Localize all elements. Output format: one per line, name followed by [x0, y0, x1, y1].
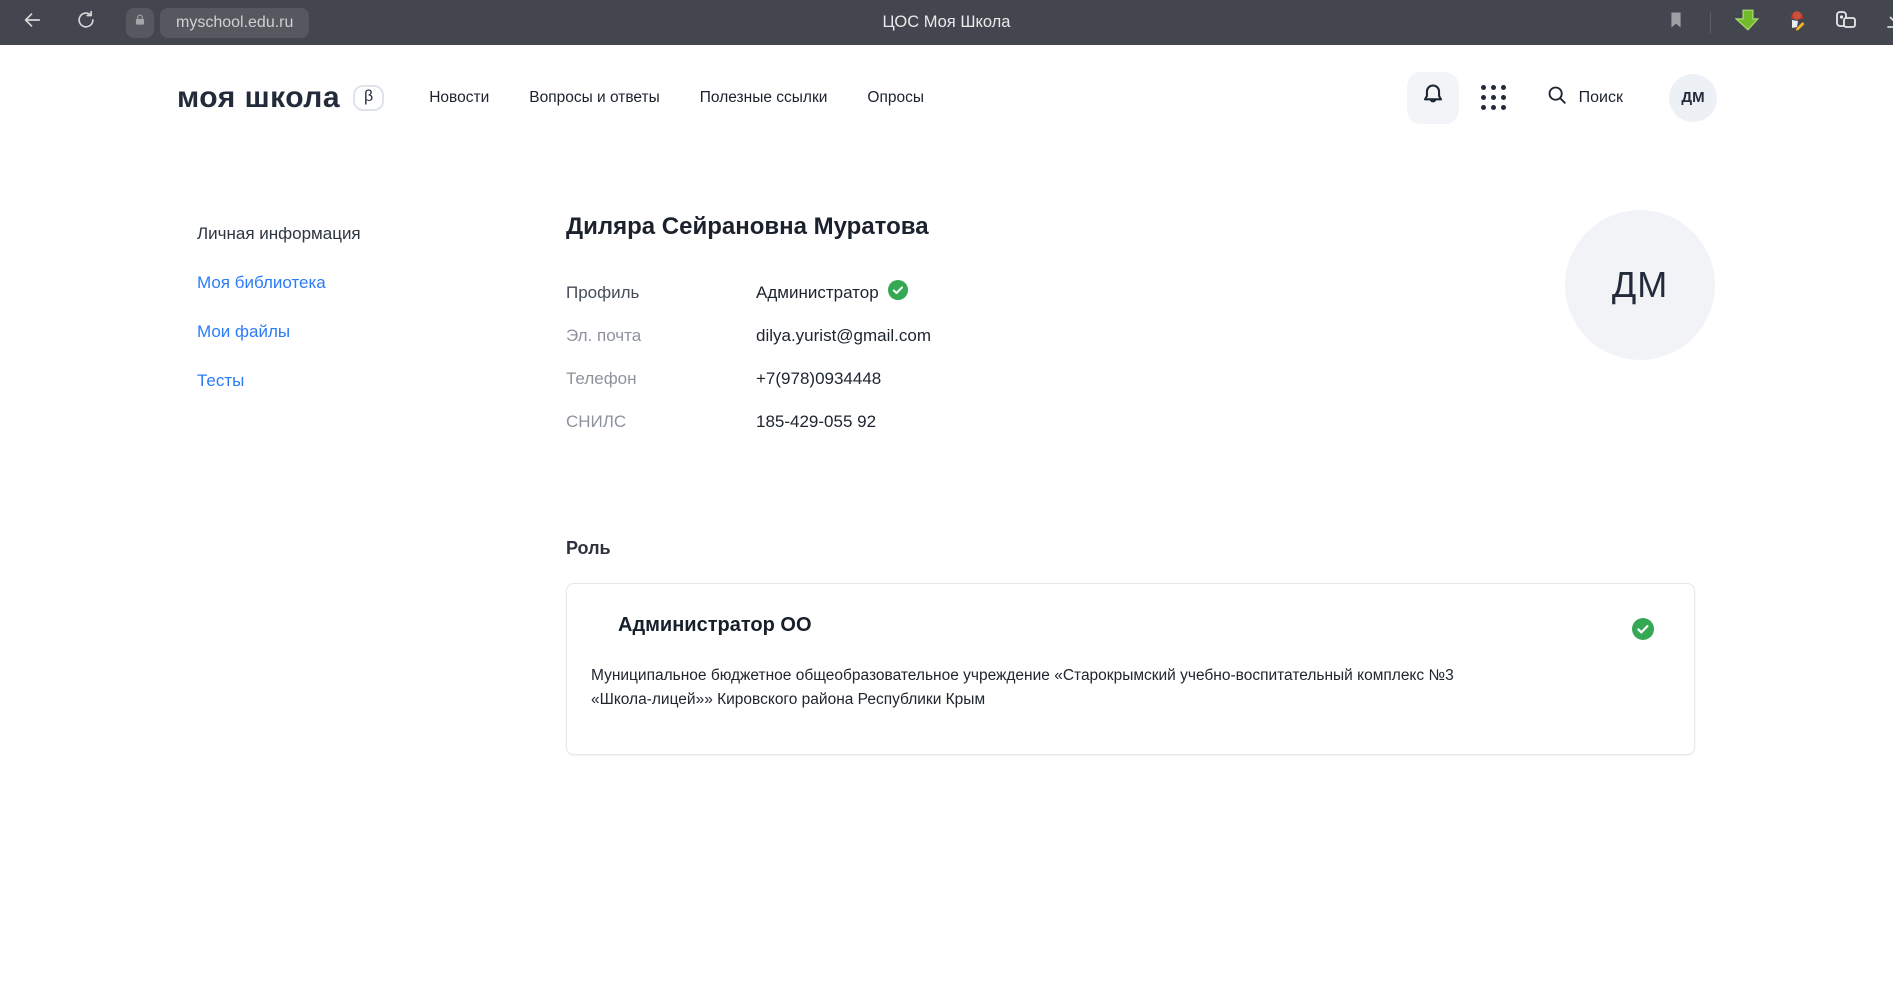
info-row-snils: СНИЛС 185-429-055 92	[566, 400, 1695, 443]
field-label: СНИЛС	[566, 412, 756, 432]
avatar-initials: ДМ	[1681, 89, 1704, 106]
browser-chrome: myschool.edu.ru ЦОС Моя Школа	[0, 0, 1893, 45]
field-value: 185-429-055 92	[756, 412, 876, 432]
site-header: моя школа β Новости Вопросы и ответы Пол…	[0, 45, 1893, 150]
profile-avatar: ДМ	[1565, 210, 1715, 360]
bookmark-icon[interactable]	[1666, 10, 1686, 35]
url-text: myschool.edu.ru	[176, 14, 293, 32]
search-icon	[1546, 84, 1568, 111]
info-row-profile: Профиль Администратор	[566, 271, 1695, 314]
nav-item-news[interactable]: Новости	[429, 89, 489, 107]
reload-icon	[75, 9, 97, 36]
field-value: dilya.yurist@gmail.com	[756, 326, 931, 346]
sidebar-item-personal-info[interactable]: Личная информация	[197, 224, 361, 244]
site-security-button[interactable]	[126, 8, 154, 38]
field-label: Профиль	[566, 283, 756, 303]
nav-item-links[interactable]: Полезные ссылки	[700, 89, 828, 107]
avatar-initials: ДМ	[1612, 264, 1668, 306]
downloads-button[interactable]	[1883, 8, 1893, 37]
address-bar[interactable]: myschool.edu.ru	[160, 8, 309, 38]
sidebar: Личная информация Моя библиотека Мои фай…	[197, 224, 361, 391]
profile-name: Диляра Сейрановна Муратова	[566, 213, 1695, 241]
field-label: Эл. почта	[566, 326, 756, 346]
editor-extension-icon[interactable]	[1785, 8, 1809, 37]
role-title: Администратор ОО	[618, 614, 1646, 637]
search-button[interactable]: Поиск	[1546, 84, 1623, 111]
download-helper-extension-icon[interactable]	[1735, 7, 1761, 38]
field-value: Администратор	[756, 283, 879, 303]
sidebar-item-tests[interactable]: Тесты	[197, 371, 361, 391]
role-description: Муниципальное бюджетное общеобразователь…	[591, 664, 1493, 712]
profile-info: Профиль Администратор Эл. почта dilya.yu…	[566, 271, 1695, 443]
apps-grid-icon[interactable]	[1481, 85, 1506, 110]
role-heading: Роль	[566, 538, 1695, 559]
sidebar-item-my-files[interactable]: Мои файлы	[197, 322, 361, 342]
lock-icon	[133, 13, 147, 32]
nav-item-faq[interactable]: Вопросы и ответы	[529, 89, 660, 107]
back-button[interactable]	[14, 5, 50, 41]
sidebar-item-my-library[interactable]: Моя библиотека	[197, 273, 361, 293]
user-avatar-button[interactable]: ДМ	[1669, 74, 1717, 122]
notifications-button[interactable]	[1407, 72, 1459, 124]
password-manager-extension-icon[interactable]	[1833, 7, 1859, 38]
field-value: +7(978)0934448	[756, 369, 881, 389]
role-card: Администратор ОО Муниципальное бюджетное…	[566, 583, 1695, 755]
beta-badge: β	[353, 85, 384, 111]
reload-button[interactable]	[68, 5, 104, 41]
info-row-phone: Телефон +7(978)0934448	[566, 357, 1695, 400]
main-nav: Новости Вопросы и ответы Полезные ссылки…	[429, 89, 924, 107]
profile-page: Личная информация Моя библиотека Мои фай…	[0, 150, 1893, 985]
verified-icon	[1632, 618, 1654, 645]
bell-icon	[1420, 82, 1446, 113]
info-row-email: Эл. почта dilya.yurist@gmail.com	[566, 314, 1695, 357]
verified-icon	[888, 280, 908, 305]
toolbar-separator	[1710, 12, 1711, 34]
profile-main: Диляра Сейрановна Муратова Профиль Админ…	[566, 150, 1695, 755]
field-label: Телефон	[566, 369, 756, 389]
search-label: Поиск	[1579, 89, 1623, 107]
site-logo[interactable]: моя школа	[177, 81, 340, 115]
nav-item-surveys[interactable]: Опросы	[867, 89, 924, 107]
back-icon	[21, 9, 43, 36]
